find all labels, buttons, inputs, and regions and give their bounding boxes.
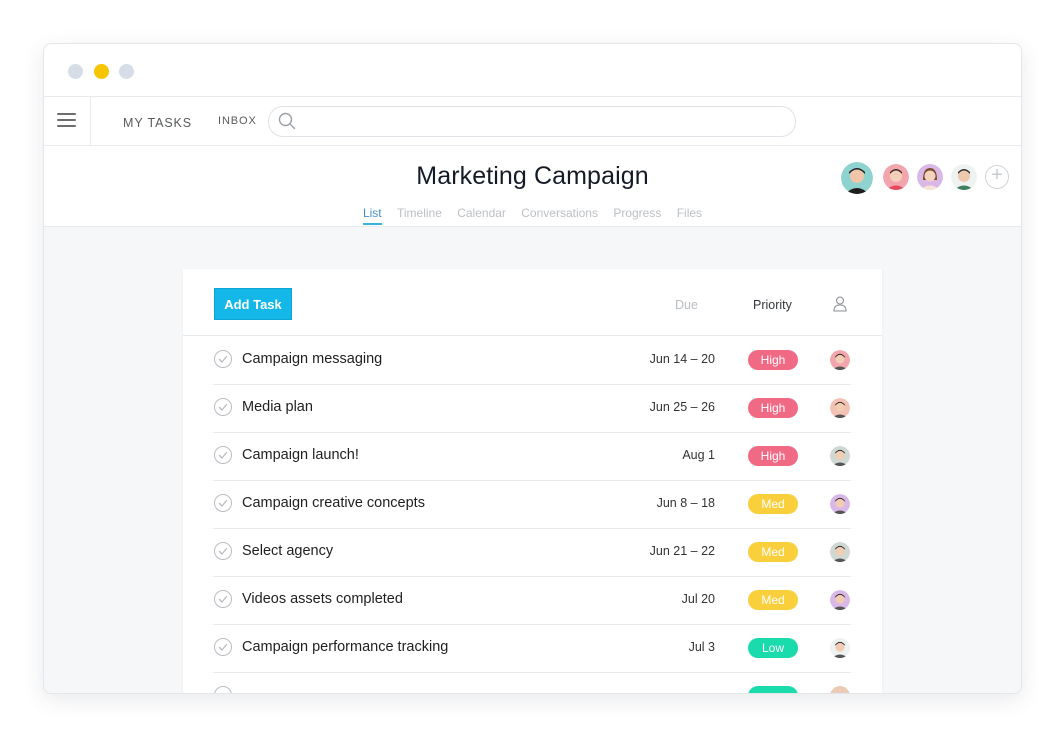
add-member-button[interactable]: + xyxy=(985,165,1009,189)
task-due-date[interactable]: Jun 25 – 26 xyxy=(650,400,715,414)
complete-checkbox[interactable] xyxy=(214,686,232,693)
member-avatar[interactable] xyxy=(951,164,977,190)
priority-badge[interactable]: High xyxy=(748,398,798,418)
member-avatar[interactable] xyxy=(883,164,909,190)
task-due-date[interactable]: Jul 20 xyxy=(682,592,715,606)
priority-badge[interactable]: Low xyxy=(748,638,798,658)
task-due-date[interactable]: Jun 14 – 20 xyxy=(650,352,715,366)
main-content: Add Task Due Priority Campaign messaging… xyxy=(44,227,1021,693)
table-row-partial[interactable] xyxy=(213,672,851,693)
complete-checkbox[interactable] xyxy=(214,494,232,512)
table-row-5[interactable]: Select agency Jun 21 – 22 Med xyxy=(213,528,851,577)
task-list-header: Add Task Due Priority xyxy=(183,269,882,336)
checkmark-icon xyxy=(218,547,228,555)
column-header-priority[interactable]: Priority xyxy=(753,298,792,312)
complete-checkbox[interactable] xyxy=(214,350,232,368)
table-row-4[interactable]: Campaign creative concepts Jun 8 – 18 Me… xyxy=(213,480,851,529)
avatar[interactable] xyxy=(830,638,850,658)
project-members: + xyxy=(841,162,1011,196)
task-due-date[interactable]: Jun 8 – 18 xyxy=(657,496,715,510)
window-maximize-dot[interactable] xyxy=(119,64,134,79)
avatar[interactable] xyxy=(830,686,850,693)
nav-my-tasks[interactable]: MY TASKS xyxy=(123,99,192,147)
task-name[interactable]: Campaign launch! xyxy=(242,447,359,463)
window-close-dot[interactable] xyxy=(68,64,83,79)
task-due-date[interactable]: Aug 1 xyxy=(682,448,715,462)
search-bar[interactable] xyxy=(268,106,796,137)
table-row-7[interactable]: Campaign performance tracking Jul 3 Low xyxy=(213,624,851,673)
tab-calendar[interactable]: Calendar xyxy=(457,206,506,223)
hamburger-menu-button[interactable] xyxy=(44,97,91,145)
window-titlebar xyxy=(44,44,1021,97)
tab-timeline[interactable]: Timeline xyxy=(397,206,442,223)
tab-conversations[interactable]: Conversations xyxy=(521,206,598,223)
task-name[interactable]: Select agency xyxy=(242,543,333,559)
task-name[interactable]: Videos assets completed xyxy=(242,591,403,607)
complete-checkbox[interactable] xyxy=(214,590,232,608)
priority-badge[interactable]: Med xyxy=(748,542,798,562)
checkmark-icon xyxy=(218,643,228,651)
column-header-due[interactable]: Due xyxy=(675,298,698,312)
person-icon xyxy=(833,296,847,312)
task-list-panel: Add Task Due Priority Campaign messaging… xyxy=(183,269,882,693)
app-window: MY TASKS INBOX Marketing Campaign List T… xyxy=(43,43,1022,694)
nav-inbox[interactable]: INBOX xyxy=(218,97,257,145)
table-row-3[interactable]: Campaign launch! Aug 1 High xyxy=(213,432,851,481)
task-due-date[interactable]: Jul 3 xyxy=(689,640,715,654)
top-nav: MY TASKS INBOX xyxy=(44,97,1021,146)
plus-icon: + xyxy=(991,164,1003,186)
complete-checkbox[interactable] xyxy=(214,446,232,464)
member-avatar[interactable] xyxy=(917,164,943,190)
avatar[interactable] xyxy=(830,542,850,562)
complete-checkbox[interactable] xyxy=(214,398,232,416)
avatar[interactable] xyxy=(830,590,850,610)
avatar[interactable] xyxy=(830,446,850,466)
priority-badge[interactable]: High xyxy=(748,446,798,466)
checkmark-icon xyxy=(218,451,228,459)
task-due-date[interactable]: Jun 21 – 22 xyxy=(650,544,715,558)
tab-files[interactable]: Files xyxy=(677,206,702,223)
add-task-button[interactable]: Add Task xyxy=(214,288,292,320)
task-name[interactable]: Campaign performance tracking xyxy=(242,639,448,655)
table-row-6[interactable]: Videos assets completed Jul 20 Med xyxy=(213,576,851,625)
window-minimize-dot[interactable] xyxy=(94,64,109,79)
task-name[interactable]: Campaign creative concepts xyxy=(242,495,425,511)
priority-badge[interactable]: High xyxy=(748,350,798,370)
search-input[interactable] xyxy=(301,110,785,133)
checkmark-icon xyxy=(218,355,228,363)
priority-badge[interactable] xyxy=(748,686,798,693)
checkmark-icon xyxy=(218,403,228,411)
table-row-1[interactable]: Campaign messaging Jun 14 – 20 High xyxy=(213,336,851,385)
complete-checkbox[interactable] xyxy=(214,638,232,656)
task-name[interactable]: Campaign messaging xyxy=(242,351,382,367)
complete-checkbox[interactable] xyxy=(214,542,232,560)
column-header-assignee[interactable] xyxy=(833,296,847,317)
tab-progress[interactable]: Progress xyxy=(613,206,661,223)
avatar[interactable] xyxy=(830,494,850,514)
checkmark-icon xyxy=(218,595,228,603)
checkmark-icon xyxy=(218,499,228,507)
avatar[interactable] xyxy=(830,350,850,370)
hamburger-icon xyxy=(57,113,76,127)
project-header: Marketing Campaign List Timeline Calenda… xyxy=(44,146,1021,227)
priority-badge[interactable]: Med xyxy=(748,494,798,514)
project-tabs: List Timeline Calendar Conversations Pro… xyxy=(44,206,1021,225)
task-name[interactable]: Media plan xyxy=(242,399,313,415)
tab-list[interactable]: List xyxy=(362,206,382,225)
avatar[interactable] xyxy=(830,398,850,418)
priority-badge[interactable]: Med xyxy=(748,590,798,610)
table-row-2[interactable]: Media plan Jun 25 – 26 High xyxy=(213,384,851,433)
member-avatar[interactable] xyxy=(841,162,873,194)
search-icon xyxy=(278,112,296,130)
